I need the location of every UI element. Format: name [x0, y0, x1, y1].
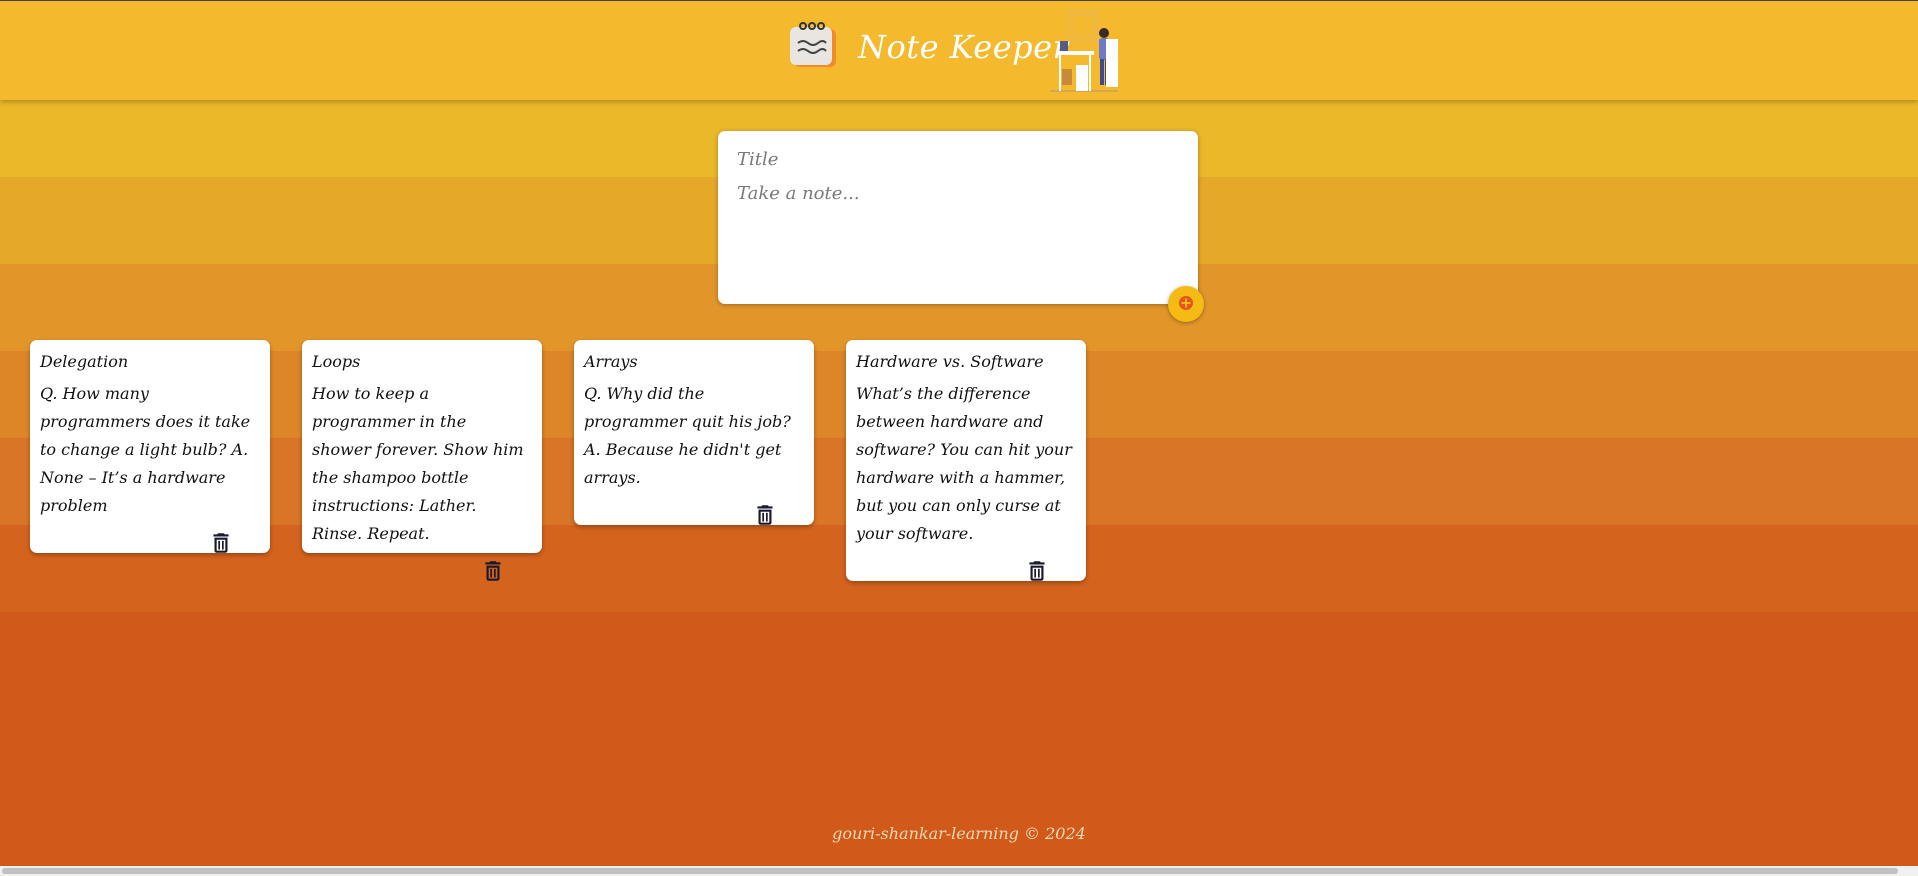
note-content: How to keep a programmer in the shower f…: [312, 384, 524, 543]
note-card: Loops How to keep a programmer in the sh…: [302, 340, 542, 581]
app-header: Note Keeper: [0, 0, 1918, 100]
note-title: Delegation: [40, 352, 129, 371]
notepad-icon: [788, 21, 840, 73]
note-content: Q. Why did the programmer quit his job? …: [584, 384, 791, 487]
note-title: Hardware vs. Software: [856, 352, 1044, 371]
create-note-form: [718, 131, 1204, 322]
delete-note-button[interactable]: [1024, 558, 1050, 584]
note-card: Delegation Q. How many programmers does …: [30, 340, 270, 553]
trash-icon: [1024, 561, 1050, 587]
note-content: Q. How many programmers does it take to …: [40, 384, 251, 515]
note-content-input[interactable]: [737, 183, 1179, 273]
note-card: Hardware vs. Software What’s the differe…: [846, 340, 1086, 581]
delete-note-button[interactable]: [480, 558, 506, 584]
note-title-input[interactable]: [737, 147, 1179, 171]
horizontal-scrollbar[interactable]: [0, 866, 1918, 876]
delete-note-button[interactable]: [208, 530, 234, 556]
app-title: Note Keeper: [858, 28, 1069, 66]
copyright-text: gouri-shankar-learning © 2024: [832, 824, 1086, 843]
note-title: Loops: [312, 352, 361, 371]
note-card: Arrays Q. Why did the programmer quit hi…: [574, 340, 814, 525]
note-content: What’s the difference between hardware a…: [856, 384, 1072, 543]
person-at-desk-illustration: [1046, 7, 1120, 93]
brand: Note Keeper: [788, 21, 1068, 73]
app-footer: gouri-shankar-learning © 2024: [0, 824, 1918, 843]
trash-icon: [208, 533, 234, 559]
scrollbar-thumb[interactable]: [2, 868, 1898, 874]
trash-icon: [752, 505, 778, 531]
trash-icon: [480, 561, 506, 587]
delete-note-button[interactable]: [752, 502, 778, 528]
plus-icon: [1178, 295, 1194, 314]
note-title: Arrays: [584, 352, 638, 371]
add-note-button[interactable]: [1168, 286, 1204, 322]
